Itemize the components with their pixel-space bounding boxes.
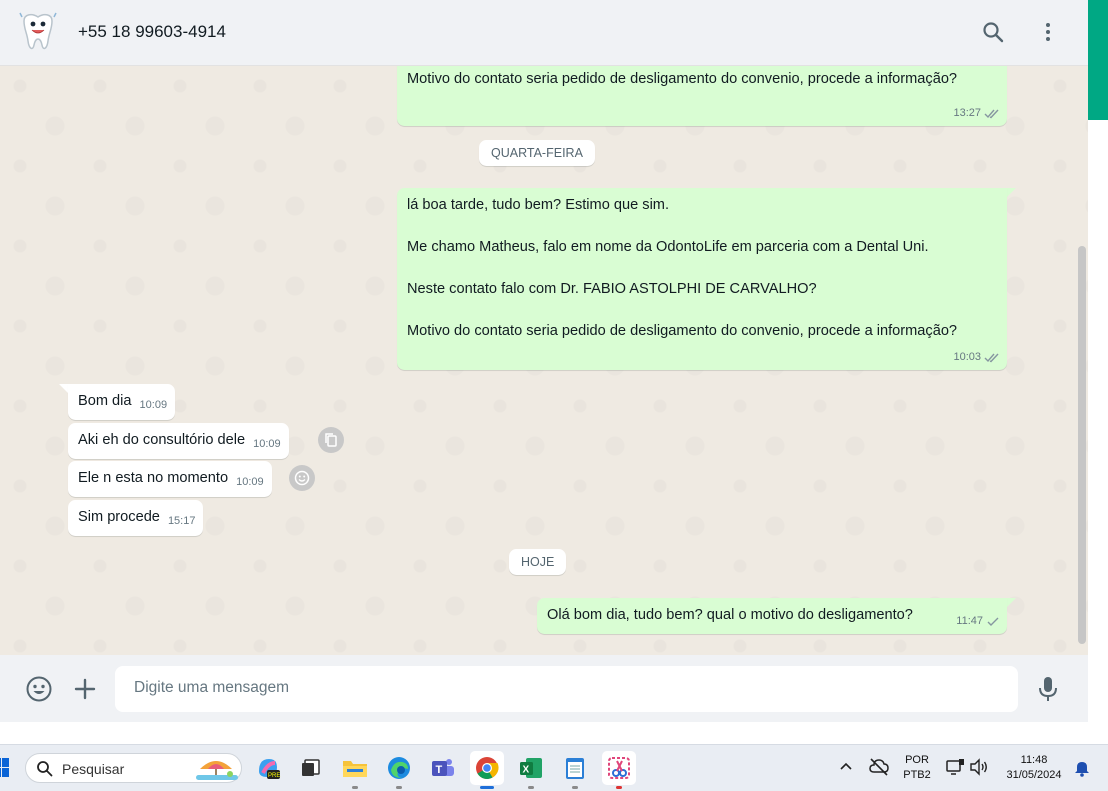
copilot-app-icon[interactable]: PRE [251,751,285,785]
message-text: Motivo do contato seria pedido de deslig… [407,71,958,87]
message-time: 11:47 [956,615,983,627]
message-input[interactable]: Digite uma mensagem [115,666,1018,712]
search-placeholder: Pesquisar [62,761,125,777]
message-text: Ele n esta no momento [78,470,229,486]
composer: Digite uma mensagem [0,655,1088,722]
running-indicator [528,786,534,789]
show-hidden-icons-icon[interactable] [839,760,853,779]
message-time: 10:09 [236,476,264,488]
message-text: Bom dia [78,393,132,409]
notification-bell-icon[interactable] [1074,759,1090,782]
message-incoming[interactable]: Aki eh do consultório dele 10:09 [68,423,289,459]
message-line: Neste contato falo com Dr. FABIO ASTOLPH… [407,281,817,297]
running-indicator [572,786,578,789]
volume-icon[interactable] [969,758,989,781]
notepad-icon[interactable] [558,751,592,789]
message-meta: 13:27 [953,103,1000,123]
message-line: Motivo do contato seria pedido de deslig… [407,323,958,339]
message-time: 10:09 [253,438,281,450]
svg-text:T: T [436,764,443,776]
clock-date: 31/05/2024 [1006,769,1062,781]
message-outgoing[interactable]: Motivo do contato seria pedido de deslig… [397,66,1007,126]
message-time: 15:17 [167,515,196,527]
snipping-tool-icon[interactable] [602,751,636,789]
taskbar: Pesquisar PRE T X POR PTB2 11:48 31/05/2… [0,744,1108,791]
right-edge [1088,0,1108,722]
message-text: Olá bom dia, tudo bem? qual o motivo do … [547,607,913,623]
message-outgoing[interactable]: lá boa tarde, tudo bem? Estimo que sim. … [397,188,1007,370]
message-incoming[interactable]: Bom dia 10:09 [68,384,176,420]
plus-icon[interactable] [70,674,100,704]
svg-text:X: X [523,765,530,776]
language-code: POR [905,754,929,766]
message-text: Sim procede [78,509,160,525]
network-icon[interactable] [945,758,965,781]
beach-umbrella-icon [196,761,238,780]
message-text: Aki eh do consultório dele [78,432,246,448]
contact-avatar[interactable] [14,9,62,57]
message-outgoing[interactable]: Olá bom dia, tudo bem? qual o motivo do … [537,598,1007,634]
emoji-icon[interactable] [24,674,54,704]
network-offline-icon[interactable] [869,758,889,781]
double-check-icon [984,353,999,362]
windows-start-icon[interactable] [0,758,10,778]
running-indicator [616,786,622,789]
bubble-tail [1007,188,1016,197]
teams-icon[interactable]: T [426,751,460,785]
message-time: 10:09 [139,399,168,411]
accent-bar [1088,0,1108,120]
svg-text:PRE: PRE [268,773,280,779]
taskbar-search[interactable]: Pesquisar [25,753,242,783]
active-indicator [480,786,494,789]
file-explorer-icon[interactable] [338,751,372,789]
keyboard-layout: PTB2 [903,769,931,781]
copy-icon[interactable] [318,427,344,453]
clock[interactable]: 11:48 31/05/2024 [998,753,1070,783]
day-divider: QUARTA-FEIRA [479,140,595,166]
excel-icon[interactable]: X [514,751,548,789]
message-line: lá boa tarde, tudo bem? Estimo que sim. [407,197,670,213]
edge-icon[interactable] [382,751,416,789]
input-language[interactable]: POR PTB2 [900,753,934,783]
react-emoji-icon[interactable] [289,465,315,491]
message-list[interactable]: Motivo do contato seria pedido de deslig… [0,66,1088,655]
message-incoming[interactable]: Sim procede 15:17 [68,500,204,536]
chrome-icon[interactable] [470,751,504,789]
bubble-tail [59,384,68,393]
single-check-icon [987,617,999,626]
message-time: 13:27 [953,107,981,119]
message-meta: 10:03 [953,347,1000,367]
mic-icon[interactable] [1034,674,1062,704]
running-indicator [352,786,358,789]
message-incoming[interactable]: Ele n esta no momento 10:09 [68,461,272,497]
window-bottom [0,722,1108,744]
scrollbar-thumb[interactable] [1078,246,1086,644]
contact-name[interactable]: +55 18 99603-4914 [78,22,226,42]
search-icon [37,761,53,777]
task-view-icon[interactable] [294,751,328,785]
running-indicator [396,786,402,789]
day-divider: HOJE [509,549,567,575]
search-icon[interactable] [979,18,1007,46]
message-line: Me chamo Matheus, falo em nome da Odonto… [407,239,929,255]
message-time: 10:03 [953,351,981,363]
chat-header: +55 18 99603-4914 [0,0,1088,66]
double-check-icon [984,109,999,118]
bubble-tail [1007,598,1016,607]
message-meta: 11:47 [956,611,1000,631]
clock-time: 11:48 [1020,754,1048,766]
menu-dots-icon[interactable] [1034,18,1062,46]
